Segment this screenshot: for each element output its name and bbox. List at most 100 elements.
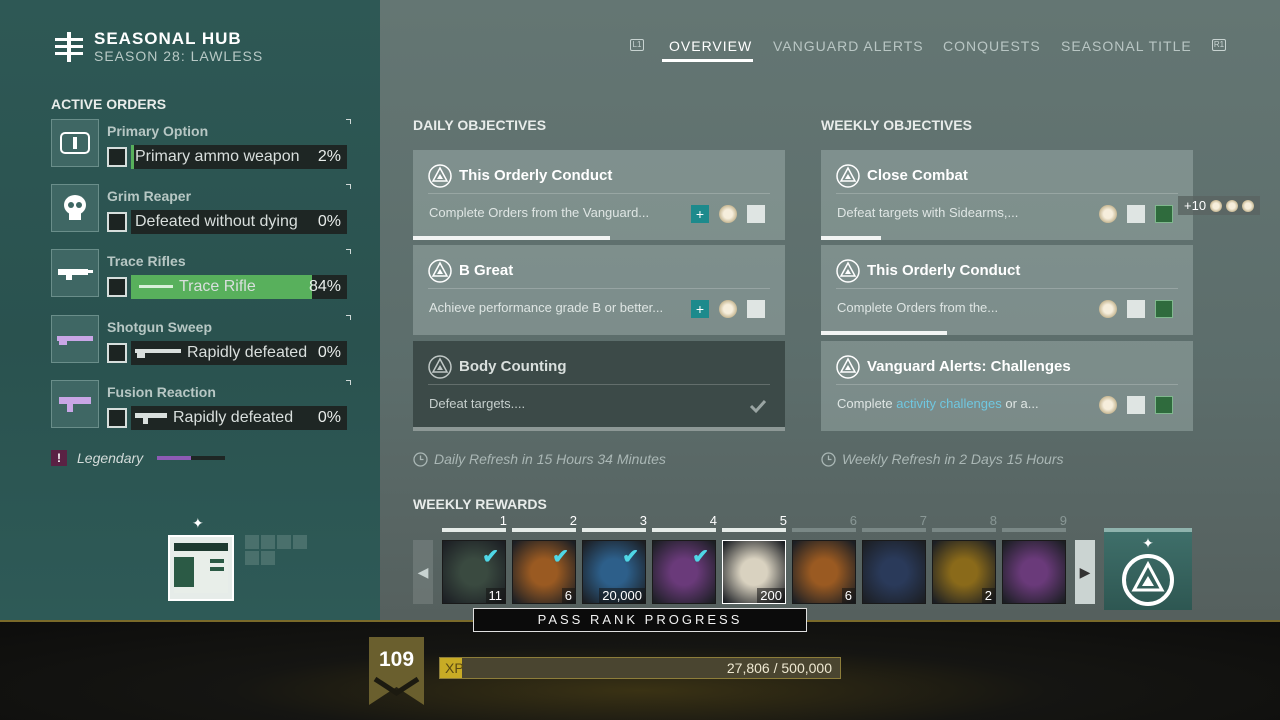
corner-marker: [346, 315, 351, 320]
tab-seasonal-title[interactable]: SEASONAL TITLE: [1061, 38, 1192, 54]
claimed-check-icon: ✔: [552, 546, 569, 568]
reward-item[interactable]: ✔ 20,000: [582, 540, 646, 604]
bonus-xp-tooltip: +10: [1178, 196, 1261, 215]
order-name: Shotgun Sweep: [107, 319, 212, 335]
l1-button-icon[interactable]: L1: [630, 39, 644, 51]
engram-slots: [245, 535, 307, 565]
season-subtitle: SEASON 28: LAWLESS: [94, 48, 264, 64]
order-percent: 0%: [317, 409, 341, 426]
order-checkbox: [107, 277, 127, 297]
pass-rank-icon: [1127, 205, 1145, 223]
order-name: Primary Option: [107, 123, 209, 139]
daily-card-b-great[interactable]: B Great Achieve performance grade B or b…: [413, 245, 785, 335]
reward-rank-line: [582, 528, 646, 532]
tab-conquests[interactable]: CONQUESTS: [943, 38, 1041, 54]
reward-item[interactable]: ✔: [652, 540, 716, 604]
plus-reward-icon: +: [691, 205, 709, 223]
legendary-progress: ! Legendary: [51, 450, 226, 466]
objective-desc: Defeat targets....: [429, 396, 526, 411]
shotgun-icon: [51, 315, 99, 363]
order-grim-reaper[interactable]: Grim Reaper Defeated without dying 0%: [51, 184, 351, 236]
order-trace-rifles[interactable]: Trace Rifles Trace Rifle 84%: [51, 249, 351, 301]
reward-count: 11: [485, 588, 505, 603]
weekly-card-orderly-conduct[interactable]: This Orderly Conduct Complete Orders fro…: [821, 245, 1193, 335]
corner-marker: [346, 249, 351, 254]
order-checkbox: [107, 343, 127, 363]
legendary-label: Legendary: [77, 450, 144, 466]
xp-coin-icon: [1099, 300, 1117, 318]
reward-item[interactable]: [1002, 540, 1066, 604]
objective-title: This Orderly Conduct: [867, 262, 1021, 279]
legendary-fill: [157, 456, 192, 460]
xp-coin-icon: [1099, 205, 1117, 223]
engram-reward-icon: [1155, 205, 1173, 223]
order-objective: Defeated without dying: [135, 213, 298, 230]
weekly-card-vanguard-challenges[interactable]: Vanguard Alerts: Challenges Complete act…: [821, 341, 1193, 431]
order-shotgun-sweep[interactable]: Shotgun Sweep Rapidly defeated 0%: [51, 315, 351, 367]
objective-title: Vanguard Alerts: Challenges: [867, 358, 1071, 375]
order-objective-row: Rapidly defeated: [135, 344, 307, 362]
order-progress-bar: Trace Rifle 84%: [131, 275, 347, 299]
dpad-icon: ✦: [192, 515, 204, 531]
reward-item[interactable]: ✔ 6: [512, 540, 576, 604]
order-progress-bar: Rapidly defeated 0%: [131, 341, 347, 365]
season-rank-reward[interactable]: ✦: [1104, 528, 1192, 610]
objective-desc: Complete Orders from the Vanguard...: [429, 205, 650, 220]
svg-text:✦: ✦: [1142, 536, 1154, 552]
engram-item[interactable]: [168, 535, 234, 601]
divider: [428, 384, 770, 385]
order-objective-row: Rapidly defeated: [135, 409, 293, 427]
bonus-count: +10: [1184, 198, 1207, 213]
order-objective: Primary ammo weapon: [135, 148, 300, 165]
order-percent: 0%: [317, 344, 341, 361]
reward-item[interactable]: 2: [932, 540, 996, 604]
xp-coin-icon: [1242, 199, 1255, 212]
active-orders-heading: ACTIVE ORDERS: [51, 96, 167, 112]
reward-rank-number: 5: [779, 513, 787, 528]
daily-refresh: Daily Refresh in 15 Hours 34 Minutes: [413, 451, 666, 467]
scroll-left-button[interactable]: ◀: [413, 540, 433, 604]
activity-challenges-link[interactable]: activity challenges: [896, 396, 1002, 411]
daily-objectives-heading: DAILY OBJECTIVES: [413, 117, 547, 133]
reward-rank-number: 3: [639, 513, 647, 528]
order-progress-bar: Primary ammo weapon 2%: [131, 145, 347, 169]
daily-card-orderly-conduct[interactable]: This Orderly Conduct Complete Orders fro…: [413, 150, 785, 240]
divider: [836, 288, 1178, 289]
order-primary-option[interactable]: Primary Option Primary ammo weapon 2%: [51, 119, 351, 171]
order-fusion-reaction[interactable]: Fusion Reaction Rapidly defeated 0%: [51, 380, 351, 432]
daily-card-body-counting[interactable]: Body Counting Defeat targets....: [413, 341, 785, 431]
reward-item[interactable]: ✔ 11: [442, 540, 506, 604]
seasonal-hub-icon: [55, 32, 83, 62]
weekly-refresh: Weekly Refresh in 2 Days 15 Hours: [821, 451, 1064, 467]
plus-reward-icon: +: [691, 300, 709, 318]
vanguard-icon: [836, 164, 860, 188]
pass-rank-icon: [1127, 300, 1145, 318]
objective-progress: [821, 236, 881, 240]
active-tab-underline: [662, 59, 753, 62]
order-progress-bar: Rapidly defeated 0%: [131, 406, 347, 430]
trace-rifle-icon: [51, 249, 99, 297]
xp-coin-icon: [719, 300, 737, 318]
objective-title: Close Combat: [867, 167, 968, 184]
shotgun-small-icon: [135, 349, 181, 358]
reward-item[interactable]: 6: [792, 540, 856, 604]
vanguard-icon: [428, 164, 452, 188]
legendary-bar: [157, 456, 226, 460]
reward-rank-number: 4: [709, 513, 717, 528]
reward-item[interactable]: 200: [722, 540, 786, 604]
claimed-check-icon: ✔: [622, 546, 639, 568]
reward-rank-number: 7: [919, 513, 927, 528]
order-name: Fusion Reaction: [107, 384, 216, 400]
tab-overview[interactable]: OVERVIEW: [669, 38, 752, 54]
reward-rank-line: [1002, 528, 1066, 532]
corner-marker: [346, 380, 351, 385]
tab-vanguard-alerts[interactable]: VANGUARD ALERTS: [773, 38, 924, 54]
scroll-right-button[interactable]: ▶: [1075, 540, 1095, 604]
reward-count: 2: [981, 588, 995, 603]
reward-rank-number: 6: [849, 513, 857, 528]
objective-title: Body Counting: [459, 358, 567, 375]
reward-item[interactable]: [862, 540, 926, 604]
r1-button-icon[interactable]: R1: [1212, 39, 1226, 51]
weekly-card-close-combat[interactable]: Close Combat Defeat targets with Sidearm…: [821, 150, 1193, 240]
pass-rank-progress-label: PASS RANK PROGRESS: [473, 608, 807, 632]
